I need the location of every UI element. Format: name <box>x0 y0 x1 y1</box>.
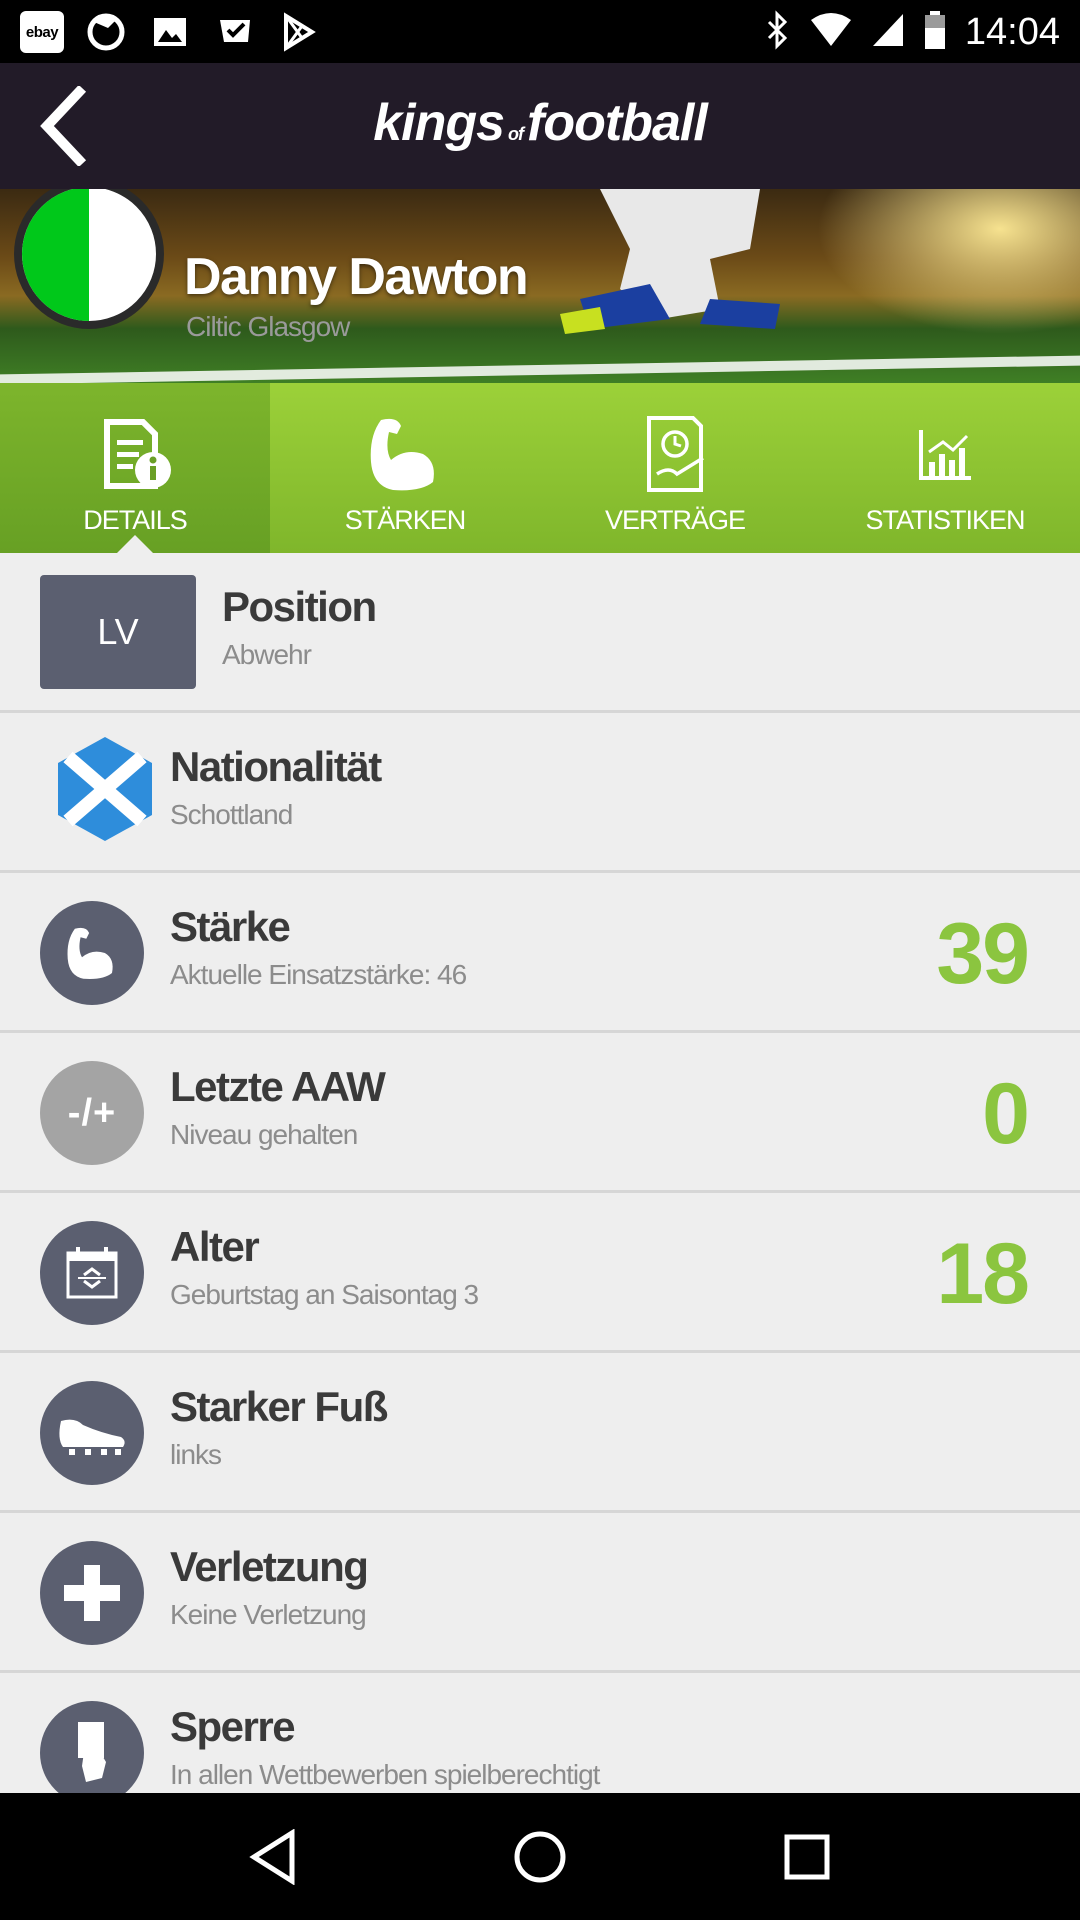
clock: 14:04 <box>964 10 1060 53</box>
player-club: Ciltic Glasgow <box>186 311 350 342</box>
list-item-age[interactable]: Alter Geburtstag an Saisontag 3 18 <box>0 1193 1080 1353</box>
wifi-icon <box>809 12 853 53</box>
system-icons: 14:04 <box>765 8 1060 56</box>
nav-back-icon <box>249 1828 295 1885</box>
signal-icon <box>871 12 905 53</box>
list-item-strong-foot[interactable]: Starker Fuß links <box>0 1353 1080 1513</box>
nav-recents-icon <box>784 1834 830 1879</box>
player-tabs: DETAILS STÄRKEN VERTRÄGE STATISTIKEN <box>0 383 1080 553</box>
app-header: kings offootball <box>0 63 1080 189</box>
list-item-strength[interactable]: Stärke Aktuelle Einsatzstärke: 46 39 <box>0 873 1080 1033</box>
player-name: Danny Dawton <box>184 248 529 306</box>
play-store-icon <box>276 10 320 54</box>
strength-title: Stärke <box>170 903 291 950</box>
referee-card-icon <box>40 1701 144 1793</box>
age-title: Alter <box>170 1223 260 1270</box>
strong-foot-title: Starker Fuß <box>170 1383 388 1430</box>
strength-value: 39 <box>936 906 1030 1002</box>
nationality-sub: Schottland <box>170 799 293 830</box>
age-sub: Geburtstag an Saisontag 3 <box>170 1279 479 1310</box>
nav-recents-button[interactable] <box>767 1817 847 1897</box>
strength-sub: Aktuelle Einsatzstärke: 46 <box>170 959 467 990</box>
bicep-icon <box>360 409 450 499</box>
suspension-sub: In allen Wettbewerben spielberechtigt <box>170 1759 600 1790</box>
last-aaw-value: 0 <box>982 1066 1030 1162</box>
field-line <box>0 355 1080 383</box>
position-title: Position <box>222 583 377 630</box>
nav-home-button[interactable] <box>500 1817 580 1897</box>
plus-minus-icon: -/+ <box>40 1061 144 1165</box>
injury-sub: Keine Verletzung <box>170 1599 367 1630</box>
scotland-flag-icon <box>58 737 152 841</box>
nationality-title: Nationalität <box>170 743 382 790</box>
tab-statistiken[interactable]: STATISTIKEN <box>810 383 1080 553</box>
age-value: 18 <box>936 1226 1030 1322</box>
details-list: LV Position Abwehr Nationalität Schottla… <box>0 553 1080 1793</box>
battery-icon <box>923 10 947 55</box>
hero-player-image <box>560 189 780 334</box>
position-badge: LV <box>40 575 196 689</box>
tab-details[interactable]: DETAILS <box>0 383 270 553</box>
image-icon <box>148 10 192 54</box>
position-sub: Abwehr <box>222 639 312 670</box>
notification-icons: ebay <box>20 10 320 54</box>
injury-title: Verletzung <box>170 1543 369 1590</box>
nav-back-button[interactable] <box>233 1817 313 1897</box>
list-item-suspension[interactable]: Sperre In allen Wettbewerben spielberech… <box>0 1673 1080 1793</box>
last-aaw-title: Letzte AAW <box>170 1063 386 1110</box>
tab-staerken-label: STÄRKEN <box>344 505 467 535</box>
bluetooth-icon <box>765 9 791 55</box>
brand-football: football <box>527 94 708 152</box>
suspension-title: Sperre <box>170 1703 296 1750</box>
tab-details-label: DETAILS <box>83 505 188 535</box>
ebay-badge-label: ebay <box>20 11 64 53</box>
status-bar: ebay 14:04 <box>0 0 1080 63</box>
tab-vertraege[interactable]: VERTRÄGE <box>540 383 810 553</box>
last-aaw-sub: Niveau gehalten <box>170 1119 358 1150</box>
inbox-check-icon <box>212 10 256 54</box>
list-item-last-aaw[interactable]: -/+ Letzte AAW Niveau gehalten 0 <box>0 1033 1080 1193</box>
nav-home-icon <box>514 1831 566 1882</box>
brand-kings: kings <box>373 94 505 152</box>
list-item-nationality[interactable]: Nationalität Schottland <box>0 713 1080 873</box>
chart-icon <box>900 409 990 499</box>
club-avatar <box>14 189 164 329</box>
app-logo: kings offootball <box>0 93 1080 153</box>
bicep-icon <box>40 901 144 1005</box>
list-item-injury[interactable]: Verletzung Keine Verletzung <box>0 1513 1080 1673</box>
strong-foot-sub: links <box>170 1439 222 1470</box>
club-avatar-green-half <box>22 189 89 321</box>
contract-icon <box>630 409 720 499</box>
navigation-bar <box>0 1793 1080 1920</box>
plus-minus-text: -/+ <box>67 1091 117 1134</box>
tab-staerken[interactable]: STÄRKEN <box>270 383 540 553</box>
calendar-icon <box>40 1221 144 1325</box>
list-item-position[interactable]: LV Position Abwehr <box>0 553 1080 713</box>
firefox-icon <box>84 10 128 54</box>
brand-of: of <box>508 124 524 144</box>
player-hero-banner: Danny Dawton Ciltic Glasgow <box>0 189 1080 383</box>
football-boot-icon <box>40 1381 144 1485</box>
details-document-icon <box>90 409 180 499</box>
tab-vertraege-label: VERTRÄGE <box>604 505 746 535</box>
tab-statistiken-label: STATISTIKEN <box>865 505 1025 535</box>
medical-cross-icon <box>40 1541 144 1645</box>
ebay-icon: ebay <box>20 10 64 54</box>
